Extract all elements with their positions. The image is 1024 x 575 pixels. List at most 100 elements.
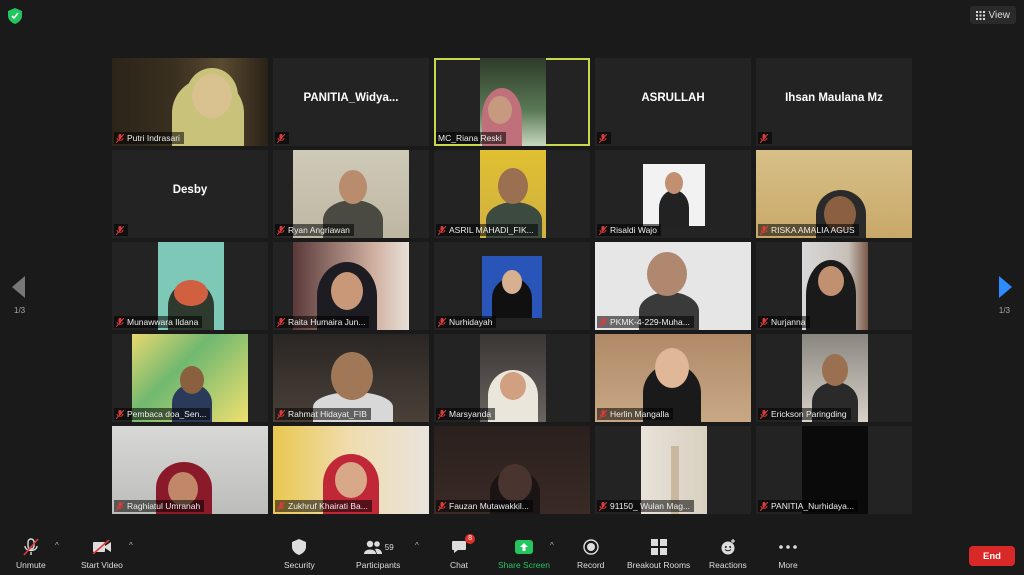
participant-name-label: Fauzan Mutawakkil... (436, 500, 533, 512)
participant-video (482, 256, 542, 318)
share-screen-label: Share Screen (498, 560, 550, 570)
share-options-caret[interactable]: ^ (550, 541, 554, 550)
participant-tile[interactable]: Munawwara Ildana (112, 242, 268, 330)
participant-tile-active-speaker[interactable]: MC_Riana Reski (434, 58, 590, 146)
participant-name-label: ASRIL MAHADI_FIK... (436, 224, 538, 236)
participant-tile[interactable]: Rahmat Hidayat_FIB (273, 334, 429, 422)
participant-name-label: Nurjanna (758, 316, 810, 328)
participant-tile[interactable]: Risaldi Wajo (595, 150, 751, 238)
start-video-label: Start Video (81, 560, 123, 570)
mic-muted-icon (438, 317, 446, 327)
mic-muted-icon (116, 501, 124, 511)
participant-name-label: Ryan Angriawan (275, 224, 354, 236)
security-button[interactable]: Security (284, 537, 315, 570)
participant-tile[interactable]: Zukhruf Khairati Ba... (273, 426, 429, 514)
share-screen-icon (514, 540, 533, 554)
participant-tile[interactable]: ASRULLAH (595, 58, 751, 146)
participant-tile[interactable]: Pembaca doa_Sen... (112, 334, 268, 422)
participants-options-caret[interactable]: ^ (415, 541, 419, 550)
participant-name-label: PKMK-4-229-Muha... (597, 316, 694, 328)
more-dots-icon (779, 545, 797, 549)
participant-tile[interactable]: Ihsan Maulana Mz (756, 58, 912, 146)
mic-muted-icon (438, 409, 446, 419)
chat-unread-badge: 8 (465, 534, 475, 544)
more-button[interactable]: More (778, 537, 798, 570)
participant-tile[interactable]: Nurhidayah (434, 242, 590, 330)
video-options-caret[interactable]: ^ (129, 541, 133, 550)
reaction-smiley-icon (721, 539, 735, 555)
page-indicator-right: 1/3 (998, 306, 1010, 315)
participant-tile[interactable]: Herlin Mangalla (595, 334, 751, 422)
mic-muted-icon (599, 409, 607, 419)
participant-video (643, 164, 705, 226)
reactions-label: Reactions (709, 560, 747, 570)
mic-muted-icon (116, 225, 124, 235)
unmute-button[interactable]: Unmute (16, 537, 46, 570)
record-icon (583, 539, 599, 555)
participant-tile[interactable]: ASRIL MAHADI_FIK... (434, 150, 590, 238)
participant-tile[interactable]: PKMK-4-229-Muha... (595, 242, 751, 330)
mic-muted-icon (760, 501, 768, 511)
participant-name-label: Erickson Paringding (758, 408, 851, 420)
security-shield-icon[interactable] (8, 8, 22, 24)
view-button[interactable]: View (969, 6, 1016, 24)
participants-count: 59 (384, 542, 394, 552)
chat-button[interactable]: 8 Chat (449, 534, 475, 570)
mic-muted-icon (599, 225, 607, 235)
participant-name-label: MC_Riana Reski (436, 132, 506, 144)
participant-name-label: Herlin Mangalla (597, 408, 674, 420)
participant-tile[interactable]: Raita Humaira Jun... (273, 242, 429, 330)
record-button[interactable]: Record (577, 537, 604, 570)
share-screen-button[interactable]: Share Screen (498, 537, 550, 570)
participant-name-label (597, 132, 611, 144)
participant-tile[interactable]: Raghiatul Umranah (112, 426, 268, 514)
participant-name-label: Munawwara Ildana (114, 316, 203, 328)
mic-muted-icon (760, 317, 768, 327)
mic-muted-icon (23, 538, 39, 556)
participant-tile[interactable]: Nurjanna (756, 242, 912, 330)
unmute-label: Unmute (16, 560, 46, 570)
previous-page-arrow-icon[interactable] (12, 276, 28, 298)
participant-name-label: PANITIA_Nurhidaya... (758, 500, 858, 512)
mic-muted-icon (760, 409, 768, 419)
participant-name-label: Zukhruf Khairati Ba... (275, 500, 372, 512)
participant-name-label: Raghiatul Umranah (114, 500, 205, 512)
participant-tile[interactable]: PANITIA_Nurhidaya... (756, 426, 912, 514)
mic-muted-icon (599, 501, 607, 511)
participant-name-label (275, 132, 289, 144)
participants-button[interactable]: 59 Participants (356, 537, 400, 570)
end-meeting-button[interactable]: End (969, 546, 1015, 566)
participant-tile[interactable]: Desby (112, 150, 268, 238)
participant-tile[interactable]: 91150_ Wulan Mag... (595, 426, 751, 514)
mic-muted-icon (438, 501, 446, 511)
reactions-button[interactable]: Reactions (709, 537, 747, 570)
participant-name-label: Raita Humaira Jun... (275, 316, 370, 328)
participant-display-name: Desby (172, 184, 208, 196)
participant-tile[interactable]: PANITIA_Widya... (273, 58, 429, 146)
mic-muted-icon (760, 225, 768, 235)
participant-tile[interactable]: Ryan Angriawan (273, 150, 429, 238)
participant-name-label: 91150_ Wulan Mag... (597, 500, 695, 512)
mic-muted-icon (599, 317, 607, 327)
grid-view-icon (975, 10, 985, 20)
mic-muted-icon (277, 225, 285, 235)
participant-tile[interactable]: Fauzan Mutawakkil... (434, 426, 590, 514)
next-page-arrow-icon[interactable] (996, 276, 1012, 298)
participant-name-label: Marsyanda (436, 408, 496, 420)
video-off-icon (92, 540, 111, 554)
participant-tile[interactable]: Marsyanda (434, 334, 590, 422)
start-video-button[interactable]: Start Video (81, 537, 123, 570)
record-label: Record (577, 560, 605, 570)
more-label: More (778, 560, 798, 570)
audio-options-caret[interactable]: ^ (55, 541, 59, 550)
mic-muted-icon (760, 133, 768, 143)
participant-tile[interactable]: Erickson Paringding (756, 334, 912, 422)
participant-video (802, 242, 868, 330)
mic-muted-icon (277, 317, 285, 327)
participant-tile[interactable]: Putri Indrasari (112, 58, 268, 146)
participant-tile[interactable]: RISKA AMALIA AGUS (756, 150, 912, 238)
mic-muted-icon (116, 409, 124, 419)
participants-label: Participants (356, 560, 401, 570)
mic-muted-icon (116, 317, 124, 327)
breakout-rooms-button[interactable]: Breakout Rooms (627, 537, 690, 570)
